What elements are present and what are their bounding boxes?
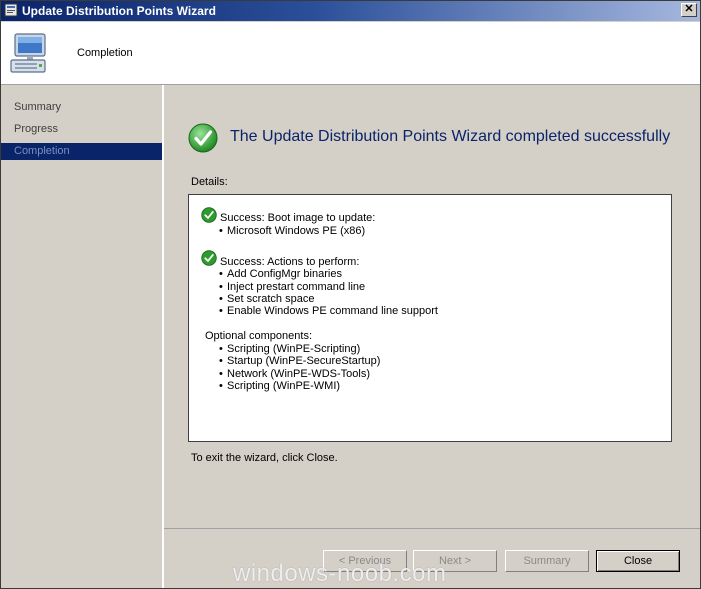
list-item: Scripting (WinPE-WMI) — [219, 380, 340, 392]
sidebar-item-completion[interactable]: Completion — [1, 143, 162, 160]
close-window-button[interactable]: ✕ — [681, 3, 697, 17]
completion-headline: The Update Distribution Points Wizard co… — [230, 128, 671, 145]
page-title: Completion — [77, 47, 133, 59]
wizard-header: Completion — [1, 22, 700, 85]
list-item: Set scratch space — [219, 293, 314, 305]
section-head: Success: Boot image to update: — [220, 212, 376, 224]
close-icon: ✕ — [684, 3, 694, 15]
success-check-icon — [201, 207, 217, 223]
list-item: Microsoft Windows PE (x86) — [219, 225, 365, 237]
exit-instructions: To exit the wizard, click Close. — [191, 452, 338, 464]
list-item: Enable Windows PE command line support — [219, 305, 438, 317]
wizard-content: The Update Distribution Points Wizard co… — [164, 85, 700, 528]
success-check-icon — [188, 123, 218, 153]
sidebar-item-progress[interactable]: Progress — [1, 121, 162, 138]
watermark: windows-noob.com — [233, 560, 447, 587]
details-textbox[interactable]: Success: Boot image to update: Microsoft… — [188, 194, 672, 442]
sidebar-item-summary[interactable]: Summary — [1, 99, 162, 116]
success-check-icon — [201, 250, 217, 266]
close-button[interactable]: Close — [596, 550, 680, 572]
wizard-sidebar: Summary Progress Completion — [1, 85, 164, 588]
list-item: Add ConfigMgr binaries — [219, 268, 342, 280]
wizard-window: Update Distribution Points Wizard ✕ Comp… — [0, 0, 701, 589]
section-head: Success: Actions to perform: — [220, 256, 360, 268]
title-bar[interactable]: Update Distribution Points Wizard ✕ — [1, 1, 700, 21]
section-head: Optional components: — [205, 330, 313, 342]
details-label: Details: — [191, 176, 228, 188]
window-title: Update Distribution Points Wizard — [22, 4, 216, 18]
list-item: Network (WinPE-WDS-Tools) — [219, 368, 370, 380]
wizard-app-icon — [4, 3, 18, 17]
summary-button[interactable]: Summary — [505, 550, 589, 572]
list-item: Inject prestart command line — [219, 281, 365, 293]
computer-icon — [10, 33, 46, 73]
list-item: Scripting (WinPE-Scripting) — [219, 343, 360, 355]
list-item: Startup (WinPE-SecureStartup) — [219, 355, 380, 367]
